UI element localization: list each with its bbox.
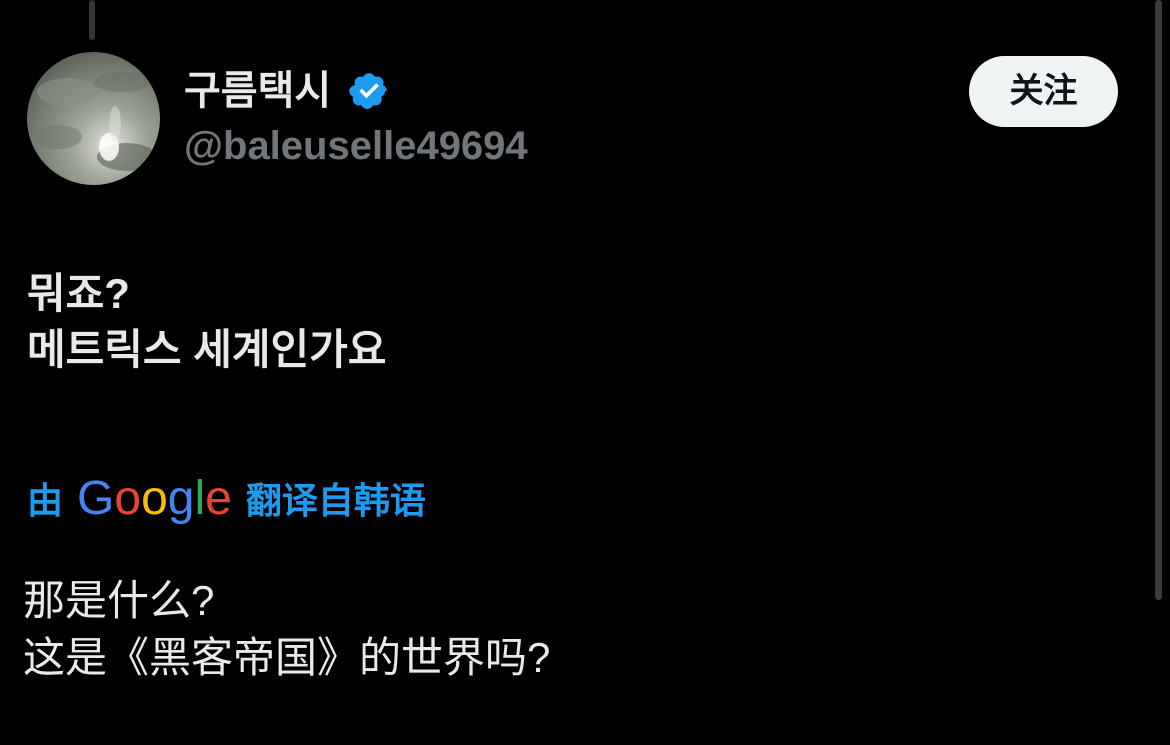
translated-tweet-body: 那是什么? 这是《黑客帝国》的世界吗? (23, 572, 550, 686)
google-logo: Google (77, 471, 232, 525)
thread-connector-line (89, 0, 95, 40)
follow-button[interactable]: 关注 (969, 56, 1118, 127)
tweet-line: 뭐죠? (27, 270, 130, 317)
scrollbar[interactable] (1155, 0, 1162, 600)
translation-attribution[interactable]: 由 Google 翻译自韩语 (27, 470, 426, 526)
translation-prefix: 由 (27, 480, 64, 521)
author-display-name[interactable]: 구름택시 (184, 66, 331, 116)
author-handle[interactable]: @baleuselle49694 (184, 122, 528, 170)
verified-badge-icon (349, 73, 387, 109)
translation-suffix: 翻译自韩语 (245, 480, 426, 521)
tweet-body: 뭐죠? 메트릭스 세계인가요 (27, 266, 386, 378)
tweet-line: 메트릭스 세계인가요 (27, 326, 387, 373)
translated-line: 这是《黑客帝国》的世界吗? (23, 634, 551, 681)
translated-line: 那是什么? (23, 577, 215, 624)
avatar[interactable] (27, 52, 160, 185)
